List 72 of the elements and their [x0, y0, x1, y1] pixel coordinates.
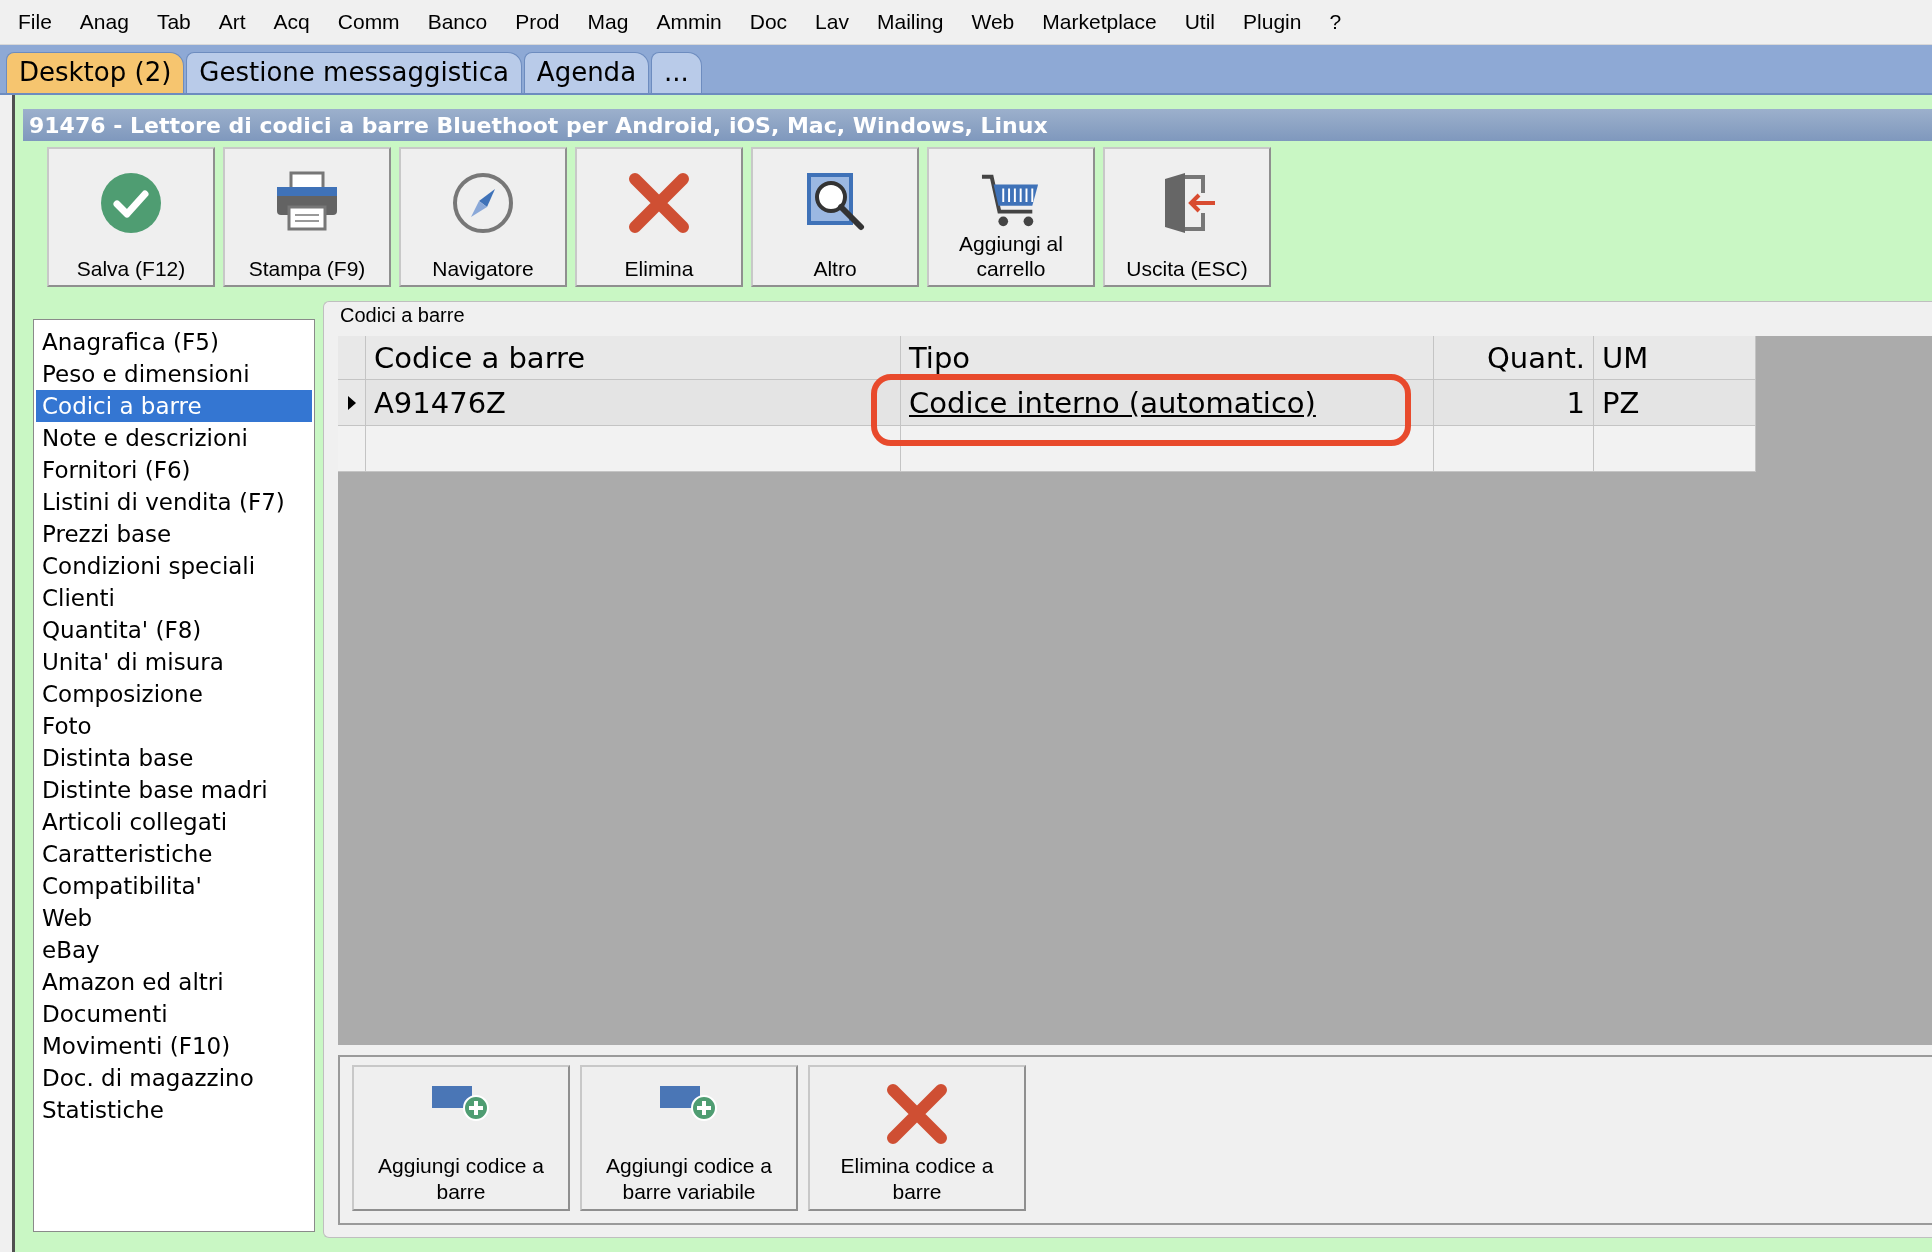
- list-item[interactable]: Distinta base: [36, 742, 312, 774]
- column-header[interactable]: UM: [1594, 336, 1756, 380]
- menu-item[interactable]: Comm: [323, 10, 414, 34]
- list-item[interactable]: Distinte base madri: [36, 774, 312, 806]
- menu-item[interactable]: Lav: [801, 10, 863, 34]
- menu-item[interactable]: Mag: [573, 10, 643, 34]
- menu-item[interactable]: Mailing: [862, 10, 958, 34]
- list-item[interactable]: Anagrafica (F5): [36, 326, 312, 358]
- check-icon: [99, 171, 163, 235]
- list-item[interactable]: Caratteristiche: [36, 838, 312, 870]
- toolbar-button[interactable]: Altro: [751, 147, 919, 287]
- menu-item[interactable]: Doc: [735, 10, 802, 34]
- list-item[interactable]: Composizione: [36, 678, 312, 710]
- list-item[interactable]: Codici a barre: [36, 390, 312, 422]
- menu-item[interactable]: Ammin: [642, 10, 736, 34]
- x-icon: [885, 1082, 949, 1146]
- panel-button[interactable]: Aggiungi codice a barre variabile: [580, 1065, 798, 1211]
- list-item[interactable]: Listini di vendita (F7): [36, 486, 312, 518]
- column-header[interactable]: Codice a barre: [366, 336, 901, 380]
- table-cell: 1: [1434, 380, 1594, 426]
- list-item[interactable]: Condizioni speciali: [36, 550, 312, 582]
- list-item[interactable]: Web: [36, 902, 312, 934]
- compass-icon: [451, 171, 515, 235]
- list-item[interactable]: Statistiche: [36, 1094, 312, 1126]
- tab[interactable]: Desktop (2): [6, 52, 185, 93]
- x-icon: [627, 171, 691, 235]
- toolbar-button[interactable]: Aggiungi al carrello: [927, 147, 1095, 287]
- list-item[interactable]: Note e descrizioni: [36, 422, 312, 454]
- list-item[interactable]: Articoli collegati: [36, 806, 312, 838]
- list-item[interactable]: Foto: [36, 710, 312, 742]
- list-item[interactable]: Compatibilita': [36, 870, 312, 902]
- list-item[interactable]: Unita' di misura: [36, 646, 312, 678]
- list-item[interactable]: Documenti: [36, 998, 312, 1030]
- tab[interactable]: Gestione messaggistica: [186, 52, 522, 93]
- menu-item[interactable]: Art: [204, 10, 260, 34]
- window-title: 91476 - Lettore di codici a barre Bluethoot per Android, iOS, Mac, Windows, Linux: [23, 109, 1932, 141]
- menu-item[interactable]: Marketplace: [1028, 10, 1171, 34]
- menu-item[interactable]: Tab: [142, 10, 205, 34]
- toolbar-button[interactable]: Navigatore: [399, 147, 567, 287]
- menu-item[interactable]: File: [4, 10, 66, 34]
- menu-item[interactable]: Plugin: [1229, 10, 1316, 34]
- cell-link[interactable]: Codice interno (automatico): [909, 385, 1316, 420]
- tab[interactable]: ...: [651, 52, 702, 93]
- column-header[interactable]: Quant.: [1434, 336, 1594, 380]
- list-item[interactable]: Clienti: [36, 582, 312, 614]
- list-item[interactable]: eBay: [36, 934, 312, 966]
- table-cell: PZ: [1594, 380, 1756, 426]
- list-item[interactable]: Amazon ed altri: [36, 966, 312, 998]
- current-row-icon: [346, 394, 357, 411]
- menu-item[interactable]: Anag: [65, 10, 143, 34]
- panel-button[interactable]: Aggiungi codice a barre: [352, 1065, 570, 1211]
- printer-icon: [275, 171, 339, 231]
- magnifier-icon: [805, 171, 865, 231]
- menu-item[interactable]: Acq: [259, 10, 324, 34]
- list-item[interactable]: Doc. di magazzino: [36, 1062, 312, 1094]
- toolbar-button[interactable]: Uscita (ESC): [1103, 147, 1271, 287]
- table-cell: A91476Z: [366, 380, 901, 426]
- toolbar-button[interactable]: Stampa (F9): [223, 147, 391, 287]
- list-item[interactable]: Prezzi base: [36, 518, 312, 550]
- menu-item[interactable]: Prod: [501, 10, 574, 34]
- toolbar-button[interactable]: Elimina: [575, 147, 743, 287]
- list-item[interactable]: Movimenti (F10): [36, 1030, 312, 1062]
- list-item[interactable]: Peso e dimensioni: [36, 358, 312, 390]
- menu-item[interactable]: Util: [1170, 10, 1230, 34]
- panel-button[interactable]: Elimina codice a barre: [808, 1065, 1026, 1211]
- menu-item[interactable]: Web: [957, 10, 1029, 34]
- list-item[interactable]: Fornitori (F6): [36, 454, 312, 486]
- list-item[interactable]: Quantita' (F8): [36, 614, 312, 646]
- menu-item[interactable]: Banco: [413, 10, 502, 34]
- tab[interactable]: Agenda: [523, 52, 650, 93]
- toolbar-button[interactable]: Salva (F12): [47, 147, 215, 287]
- menu-item[interactable]: ?: [1315, 10, 1356, 34]
